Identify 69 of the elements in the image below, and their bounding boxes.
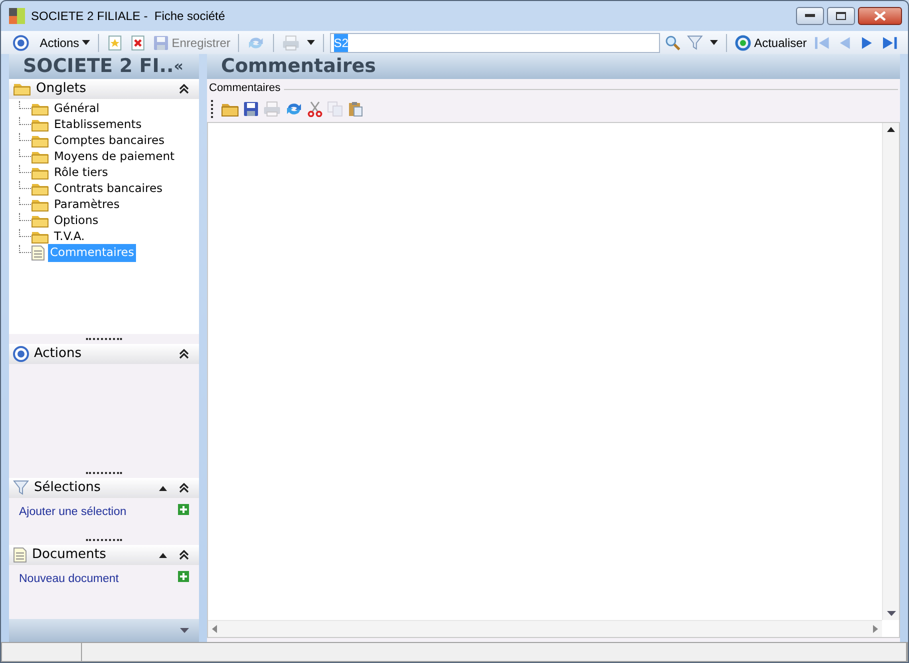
refresh-icon [735, 34, 752, 50]
minimize-button[interactable] [796, 7, 824, 25]
tree-item[interactable]: Options [52, 212, 100, 230]
save-icon[interactable] [243, 100, 259, 116]
folder-icon [31, 166, 49, 180]
paste-icon[interactable] [347, 100, 363, 116]
tree-item[interactable]: Etablissements [52, 116, 144, 134]
caret-icon[interactable] [306, 40, 315, 45]
collapse-icon[interactable] [179, 84, 189, 94]
search-icon[interactable] [664, 34, 680, 50]
new-document-icon[interactable] [107, 34, 123, 50]
app-icon [9, 8, 25, 24]
up-arrow-icon[interactable] [159, 552, 167, 558]
folder-icon [13, 82, 31, 96]
maximize-button[interactable] [827, 7, 855, 25]
up-arrow-icon [887, 126, 895, 132]
horizontal-scrollbar[interactable] [208, 620, 882, 637]
tree-item[interactable]: Paramètres [52, 196, 122, 214]
refresh-button[interactable]: Actualiser [733, 32, 809, 52]
folder-icon [31, 214, 49, 228]
minimize-icon [805, 14, 815, 18]
document-icon [31, 245, 45, 261]
add-icon[interactable] [178, 504, 189, 515]
actions-menu-button[interactable]: Actions [38, 32, 92, 52]
tree-item[interactable]: T.V.A. [52, 228, 87, 246]
folder-icon [31, 102, 49, 116]
folder-icon [31, 182, 49, 196]
folder-icon [31, 150, 49, 164]
refresh-icon[interactable] [285, 100, 303, 116]
folder-icon [31, 134, 49, 148]
tree-item[interactable]: Rôle tiers [52, 164, 110, 182]
close-icon [874, 11, 886, 21]
target-icon[interactable] [13, 34, 29, 50]
panel-title: SOCIETE 2 FI.. [23, 54, 174, 80]
tree-item[interactable]: Contrats bancaires [52, 180, 165, 198]
filter-icon [13, 480, 29, 496]
delete-icon[interactable] [130, 34, 146, 50]
tree-item[interactable]: Comptes bancaires [52, 132, 167, 150]
last-icon[interactable] [882, 34, 898, 50]
document-icon [13, 547, 27, 563]
filter-icon[interactable] [687, 34, 704, 50]
caret-icon [82, 40, 90, 45]
add-link[interactable]: Nouveau document [19, 571, 119, 588]
tree-item[interactable]: Général [52, 100, 102, 118]
group-label: Commentaires [209, 81, 281, 96]
page-title: Commentaires [221, 54, 376, 80]
add-link[interactable]: Ajouter une sélection [19, 504, 126, 522]
folder-icon [31, 230, 49, 244]
add-icon[interactable] [178, 571, 189, 582]
expand-arrow-icon[interactable] [180, 628, 189, 633]
scroll-left-icon[interactable] [212, 625, 217, 633]
up-arrow-icon[interactable] [159, 486, 167, 490]
maximize-icon [836, 12, 846, 20]
collapse-icon[interactable] [179, 349, 189, 359]
collapse-button[interactable]: « [174, 55, 184, 78]
expand-arrow-icon [886, 611, 896, 616]
scroll-right-icon[interactable] [873, 625, 878, 633]
folder-icon [31, 118, 49, 132]
caret-icon[interactable] [710, 40, 718, 45]
folder-icon [31, 198, 49, 212]
close-button[interactable] [858, 7, 902, 25]
tree-item[interactable]: Moyens de paiement [52, 148, 176, 166]
target-icon [13, 346, 29, 362]
window-title: SOCIETE 2 FILIALE - Fiche société [31, 8, 226, 25]
vertical-scrollbar[interactable] [882, 122, 899, 620]
collapse-icon[interactable] [179, 483, 189, 493]
collapse-icon[interactable] [179, 550, 189, 560]
scissors-icon[interactable] [307, 100, 323, 116]
save-icon [152, 34, 169, 50]
